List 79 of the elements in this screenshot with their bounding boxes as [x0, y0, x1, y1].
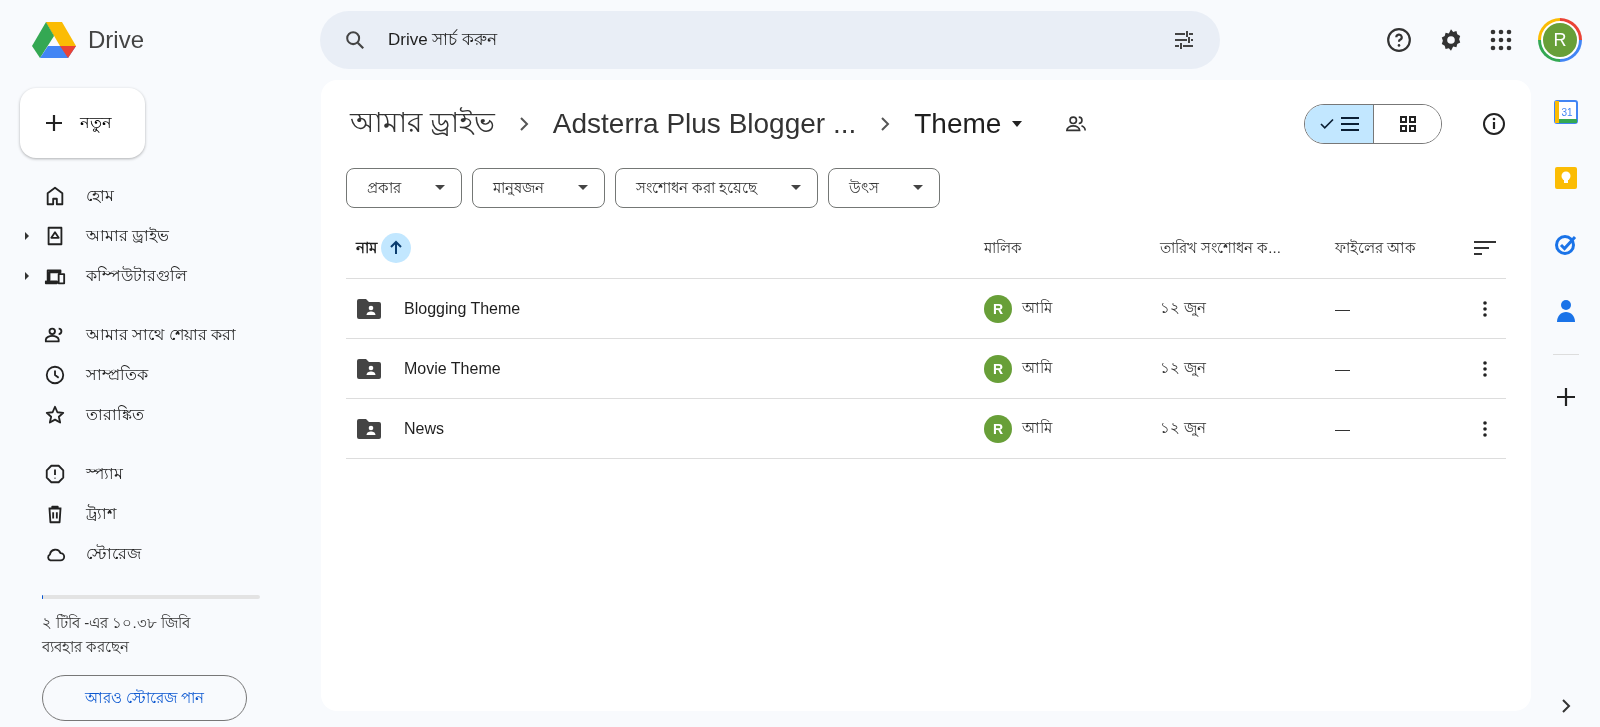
owner-avatar: R: [984, 414, 1012, 443]
dropdown-caret-icon: [913, 185, 924, 191]
file-name: Blogging Theme: [404, 299, 521, 318]
dropdown-caret-icon: [1011, 120, 1024, 128]
chevron-right-icon: [518, 117, 529, 131]
column-header[interactable]: নাম: [356, 235, 377, 261]
apps-grid-icon[interactable]: [1490, 29, 1512, 51]
file-name: Movie Theme: [404, 359, 501, 378]
file-row[interactable]: Movie Theme R আমি ১২ জুন —: [346, 339, 1506, 399]
sort-options-icon[interactable]: [1472, 240, 1497, 256]
sidebar-item[interactable]: তারাঙ্কিত: [20, 395, 280, 435]
owner-avatar: R: [984, 294, 1012, 323]
info-icon[interactable]: [1482, 112, 1506, 136]
dropdown-caret-icon: [578, 185, 588, 191]
app-name: Drive: [88, 26, 144, 54]
owner-text: আমি: [1022, 358, 1052, 378]
breadcrumb-link[interactable]: Theme: [910, 108, 1028, 140]
column-header[interactable]: তারিখ সংশোধন ক...: [1160, 235, 1281, 261]
file-size: —: [1335, 360, 1350, 377]
file-size: —: [1335, 300, 1350, 317]
drive-logo-icon: [30, 20, 78, 60]
search-field[interactable]: Drive সার্চ করুন: [320, 11, 1220, 69]
list-icon: [1340, 115, 1360, 133]
clock-icon: [44, 364, 66, 386]
home-icon: [44, 185, 66, 207]
file-row[interactable]: Blogging Theme R আমি ১২ জুন —: [346, 279, 1506, 339]
breadcrumb-link[interactable]: আমার ড্রাইভ: [346, 100, 499, 148]
dropdown-caret-icon: [791, 185, 802, 191]
contact-person-icon[interactable]: [1554, 298, 1577, 322]
filter-dropdown[interactable]: উৎস: [828, 168, 941, 208]
sort-ascending-icon[interactable]: [381, 233, 411, 263]
column-header[interactable]: ফাইলের আক: [1335, 235, 1417, 261]
sidebar-item[interactable]: ট্র্যাশ: [20, 494, 280, 534]
modified-date: ১২ জুন: [1160, 358, 1207, 379]
shared-folder-icon: [356, 357, 382, 380]
modified-date: ১২ জুন: [1160, 418, 1207, 439]
grid-icon: [1398, 115, 1417, 133]
file-size: —: [1335, 420, 1350, 437]
sidebar-item[interactable]: আমার সাথে শেয়ার করা: [20, 315, 280, 355]
filter-dropdown[interactable]: সংশোধন করা হয়েছে: [615, 168, 819, 208]
shared-folder-icon: [356, 297, 382, 320]
breadcrumb-link[interactable]: Adsterra Plus Blogger ...: [548, 108, 861, 140]
expand-caret-icon[interactable]: [24, 272, 30, 280]
chevron-right-icon[interactable]: [1560, 699, 1571, 713]
search-input[interactable]: Drive সার্চ করুন: [386, 29, 1152, 51]
add-icon[interactable]: [1555, 387, 1576, 407]
search-icon: [344, 29, 366, 51]
sidebar-item[interactable]: সাম্প্রতিক: [20, 355, 280, 395]
list-view-button[interactable]: [1305, 105, 1373, 143]
sidebar-item[interactable]: স্প্যাম: [20, 454, 280, 494]
owner-text: আমি: [1022, 298, 1052, 318]
owner-avatar: R: [984, 354, 1012, 383]
shared-folder-icon: [356, 417, 382, 440]
sidebar-item[interactable]: হোম: [20, 176, 280, 216]
sidebar-item[interactable]: স্টোরেজ: [20, 534, 280, 574]
more-options-icon[interactable]: [1482, 300, 1487, 317]
filter-dropdown[interactable]: মানুষজন: [472, 168, 605, 208]
dropdown-caret-icon: [435, 185, 445, 191]
sidebar-item[interactable]: আমার ড্রাইভ: [20, 216, 280, 256]
filter-dropdown[interactable]: প্রকার: [346, 168, 462, 208]
column-header[interactable]: মালিক: [984, 235, 1022, 261]
storage-usage-text: ২ টিবি -এর ১০.৩৮ জিবি ব্যবহার করছেন: [42, 613, 192, 657]
more-options-icon[interactable]: [1482, 360, 1487, 377]
sidebar-item[interactable]: কম্পিউটারগুলি: [20, 256, 280, 296]
star-icon: [44, 404, 66, 426]
calendar-icon[interactable]: 31: [1553, 100, 1578, 124]
owner-text: আমি: [1022, 418, 1052, 438]
new-button[interactable]: নতুন: [20, 88, 145, 158]
file-name: News: [404, 419, 444, 438]
filter-options-icon[interactable]: [1172, 28, 1196, 52]
chevron-right-icon: [880, 117, 891, 131]
task-check-icon[interactable]: [1553, 232, 1578, 256]
help-icon[interactable]: [1386, 27, 1412, 53]
modified-date: ১২ জুন: [1160, 298, 1207, 319]
more-options-icon[interactable]: [1482, 420, 1487, 437]
warning-icon: [44, 463, 66, 485]
expand-caret-icon[interactable]: [24, 232, 30, 240]
file-row[interactable]: News R আমি ১২ জুন —: [346, 399, 1506, 459]
grid-view-button[interactable]: [1373, 105, 1441, 143]
